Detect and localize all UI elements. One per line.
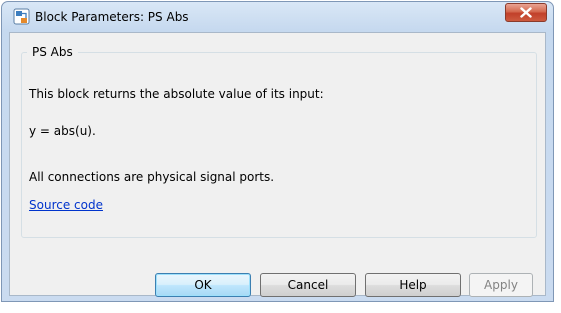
description-line: y = abs(u). <box>29 124 96 138</box>
simulink-block-icon <box>13 8 30 25</box>
dialog-body: PS Abs This block returns the absolute v… <box>9 32 546 297</box>
close-button[interactable] <box>505 3 547 22</box>
group-legend: PS Abs <box>27 45 78 59</box>
description-line: All connections are physical signal port… <box>29 170 275 184</box>
window-title: Block Parameters: PS Abs <box>35 10 189 24</box>
help-button[interactable]: Help <box>365 273 461 297</box>
source-code-link[interactable]: Source code <box>29 198 103 212</box>
close-icon <box>520 3 532 22</box>
title-bar[interactable]: Block Parameters: PS Abs <box>2 2 553 32</box>
description-line: This block returns the absolute value of… <box>29 87 324 101</box>
cancel-button[interactable]: Cancel <box>260 273 356 297</box>
apply-button[interactable]: Apply <box>469 273 533 297</box>
dialog-window: Block Parameters: PS Abs PS Abs This blo… <box>1 1 554 302</box>
ok-button[interactable]: OK <box>155 273 251 297</box>
